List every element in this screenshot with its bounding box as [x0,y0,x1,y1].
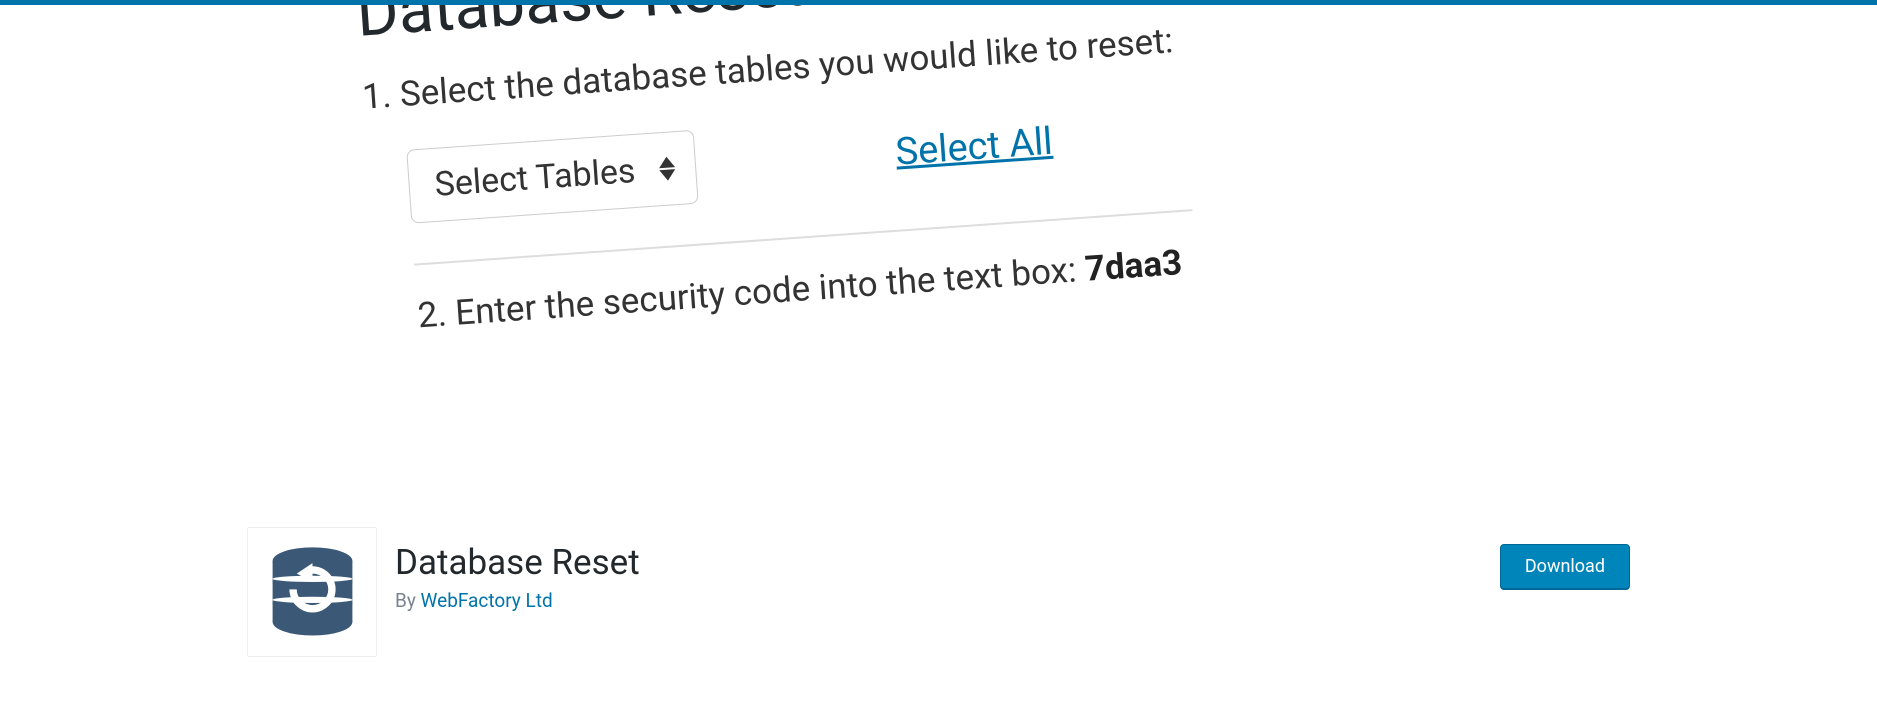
download-button[interactable]: Download [1500,544,1630,589]
author-link[interactable]: WebFactory Ltd [421,589,553,612]
database-reset-icon [260,540,365,645]
security-code: 7daa3 [1084,242,1184,290]
plugin-header: Database Reset By WebFactory Ltd Downloa… [247,500,1630,706]
plugin-banner: Database Reset 1. Select the database ta… [247,5,1630,500]
plugin-author: By WebFactory Ltd [395,589,1500,612]
plugin-icon [247,527,377,657]
select-tables-label: Select Tables [433,151,636,205]
plugin-info: Database Reset By WebFactory Ltd [395,542,1500,612]
step-2-prefix: 2. Enter the security code into the text… [416,249,1086,337]
dropdown-arrows-icon [658,156,676,181]
banner-content: Database Reset 1. Select the database ta… [247,5,1630,368]
by-prefix: By [395,589,421,612]
select-all-link[interactable]: Select All [894,120,1054,175]
select-tables-dropdown[interactable]: Select Tables [406,130,699,224]
step-2-text: 2. Enter the security code into the text… [416,219,1519,337]
plugin-title: Database Reset [395,542,1500,583]
